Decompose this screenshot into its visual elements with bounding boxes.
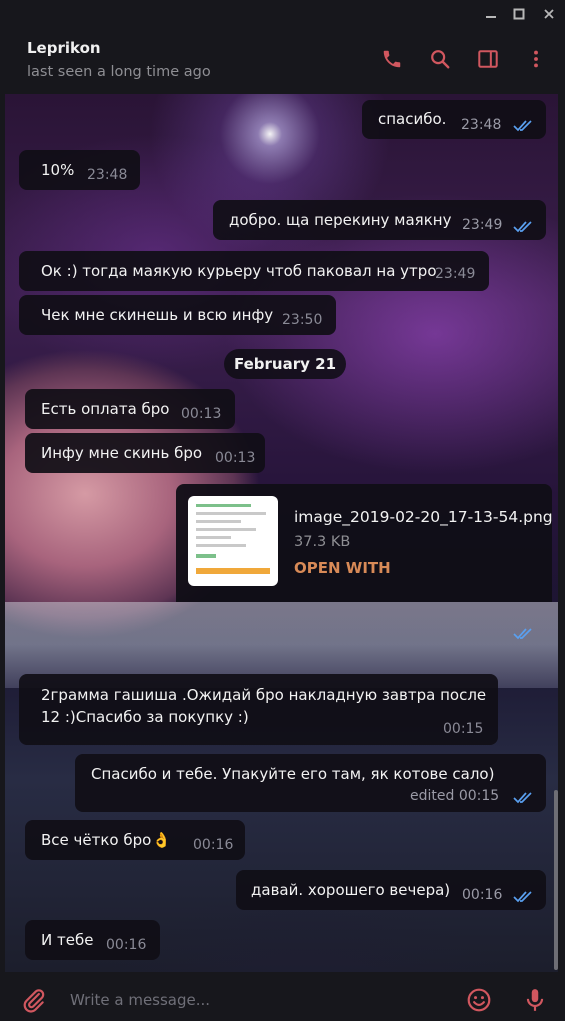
message-incoming[interactable]: Чек мне скинешь и всю инфу 23:50 — [19, 295, 336, 335]
chat-header: Leprikon last seen a long time ago — [0, 28, 565, 94]
message-outgoing[interactable]: Спасибо и тебе. Упакуйте его там, як кот… — [75, 754, 546, 812]
message-time: 23:48 — [461, 117, 502, 133]
message-text: давай. хорошего вечера) — [251, 881, 451, 899]
search-icon — [431, 50, 450, 69]
more-vertical-icon — [534, 50, 538, 68]
double-check-icon — [513, 221, 532, 233]
message-text: Ок :) тогда маякую курьеру чтоб паковал … — [41, 262, 437, 280]
message-input[interactable]: Write a message... — [70, 991, 210, 1009]
call-button[interactable] — [379, 46, 405, 72]
message-incoming[interactable]: Ок :) тогда маякую курьеру чтоб паковал … — [19, 251, 489, 291]
message-text: спасибо. — [378, 110, 447, 128]
message-time: 00:16 — [106, 937, 147, 953]
sidebar-toggle-button[interactable] — [475, 46, 501, 72]
message-time: 00:13 — [181, 406, 222, 422]
message-time: 23:49 — [462, 217, 503, 233]
message-incoming[interactable]: 2грамма гашиша .Ожидай бро накладную зав… — [19, 674, 498, 745]
message-text-line: 2грамма гашиша .Ожидай бро накладную зав… — [41, 686, 487, 704]
minimize-button[interactable] — [480, 4, 502, 24]
minimize-icon — [486, 16, 496, 18]
message-time: edited 00:15 — [410, 788, 500, 804]
peer-status: last seen a long time ago — [27, 64, 211, 80]
double-check-icon — [513, 891, 532, 903]
file-name[interactable]: image_2019-02-20_17-13-54.png — [294, 508, 553, 526]
ok-hand-emoji-icon: 👌 — [152, 831, 171, 849]
more-button[interactable] — [523, 46, 549, 72]
close-button[interactable] — [538, 4, 560, 24]
message-outgoing[interactable]: давай. хорошего вечера) 00:16 — [236, 870, 546, 910]
double-check-icon — [513, 628, 532, 640]
message-incoming[interactable]: Инфу мне скинь бро 00:13 — [25, 433, 265, 473]
message-outgoing[interactable]: спасибо. 23:48 — [362, 100, 546, 139]
attach-button[interactable] — [20, 986, 48, 1014]
double-check-icon — [513, 792, 532, 804]
date-separator: February 21 — [224, 349, 346, 379]
file-size: 37.3 KB — [294, 534, 351, 550]
message-text-line: 12 :)Спасибо за покупку :) — [41, 708, 249, 726]
message-time: 00:16 — [462, 887, 503, 903]
message-time: 23:49 — [435, 266, 476, 282]
emoji-button[interactable] — [465, 986, 493, 1014]
smile-icon — [467, 988, 491, 1012]
message-text: Инфу мне скинь бро — [41, 444, 203, 462]
message-text: Спасибо и тебе. Упакуйте его там, як кот… — [91, 765, 495, 783]
message-text: добро. ща перекину маякну — [229, 211, 452, 229]
sidebar-toggle-icon — [478, 50, 498, 68]
peer-name[interactable]: Leprikon — [27, 39, 101, 57]
double-check-icon — [513, 120, 532, 132]
message-text: Чек мне скинешь и всю инфу — [41, 306, 274, 324]
message-text: И тебе — [41, 931, 94, 949]
phone-icon — [383, 50, 401, 68]
file-thumbnail[interactable] — [188, 496, 278, 586]
maximize-icon — [513, 8, 525, 20]
microphone-icon — [526, 989, 544, 1011]
search-button[interactable] — [427, 46, 453, 72]
voice-message-button[interactable] — [521, 986, 549, 1014]
message-outgoing[interactable]: добро. ща перекину маякну 23:49 — [213, 200, 546, 240]
message-incoming[interactable]: 10% 23:48 — [19, 150, 140, 190]
message-incoming[interactable]: И тебе 00:16 — [25, 920, 160, 960]
message-time: 00:15 — [443, 721, 484, 737]
message-composer: Write a message... — [0, 972, 565, 1021]
chat-scrollbar[interactable] — [554, 790, 558, 970]
close-icon — [544, 9, 554, 19]
window-titlebar — [0, 0, 565, 28]
message-text: 10% — [41, 161, 75, 179]
message-time: 23:50 — [282, 312, 323, 328]
message-time: 00:16 — [193, 837, 234, 853]
message-time: 00:13 — [215, 450, 256, 466]
message-text: Есть оплата бро — [41, 400, 170, 418]
message-text: Все чётко бро — [41, 831, 152, 849]
file-attachment[interactable]: image_2019-02-20_17-13-54.png 37.3 KB OP… — [176, 484, 553, 602]
maximize-button[interactable] — [508, 4, 530, 24]
open-with-link[interactable]: OPEN WITH — [294, 559, 391, 577]
message-incoming[interactable]: Есть оплата бро 00:13 — [25, 389, 235, 429]
message-incoming[interactable]: Все чётко бро 👌 00:16 — [25, 820, 245, 860]
paperclip-icon — [23, 989, 45, 1013]
message-list[interactable]: спасибо. 23:48 10% 23:48 добро. ща перек… — [5, 94, 558, 972]
message-time: 23:48 — [87, 167, 128, 183]
